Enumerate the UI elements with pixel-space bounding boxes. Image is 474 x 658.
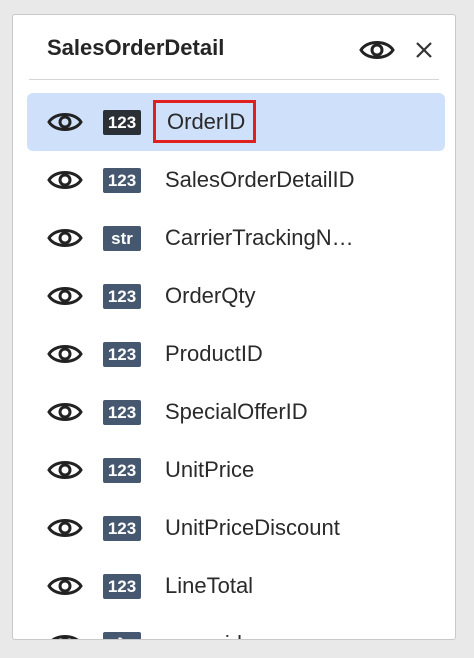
eye-icon[interactable] bbox=[47, 342, 83, 366]
field-label: SpecialOfferID bbox=[165, 399, 308, 424]
eye-icon[interactable] bbox=[47, 632, 83, 639]
field-row[interactable]: λ rowguid bbox=[13, 615, 455, 639]
field-type-badge: 123 bbox=[103, 516, 141, 541]
field-type-badge: 123 bbox=[103, 342, 141, 367]
field-list: 123 OrderID 123 SalesOrderDetailID str Carrie… bbox=[13, 93, 455, 639]
close-icon[interactable] bbox=[413, 39, 435, 61]
field-type-badge: 123 bbox=[103, 168, 141, 193]
panel-title: SalesOrderDetail bbox=[47, 35, 225, 60]
field-type-badge: 123 bbox=[103, 400, 141, 425]
eye-icon[interactable] bbox=[47, 284, 83, 308]
field-row[interactable]: 123 UnitPriceDiscount bbox=[13, 499, 455, 557]
field-row[interactable]: str CarrierTrackingN… bbox=[13, 209, 455, 267]
field-row[interactable]: 123 SpecialOfferID bbox=[13, 383, 455, 441]
field-label: rowguid bbox=[165, 631, 242, 639]
field-label: UnitPriceDiscount bbox=[165, 515, 340, 540]
field-row[interactable]: 123 OrderQty bbox=[13, 267, 455, 325]
field-type-badge: 123 bbox=[103, 458, 141, 483]
field-type-badge: 123 bbox=[103, 284, 141, 309]
field-label: OrderQty bbox=[165, 283, 256, 308]
field-label: LineTotal bbox=[165, 573, 254, 598]
field-row[interactable]: 123 OrderID bbox=[13, 93, 455, 151]
eye-icon[interactable] bbox=[47, 458, 83, 482]
eye-icon[interactable] bbox=[47, 226, 83, 250]
field-label: OrderID bbox=[153, 100, 257, 143]
eye-icon[interactable] bbox=[47, 168, 83, 192]
field-label: ProductID bbox=[165, 341, 263, 366]
field-type-badge: 123 bbox=[103, 574, 141, 599]
field-list-panel: SalesOrderDetail 123 OrderID 123 SalesOrder… bbox=[12, 14, 456, 640]
eye-icon[interactable] bbox=[47, 516, 83, 540]
eye-icon[interactable] bbox=[47, 400, 83, 424]
field-label: UnitPrice bbox=[165, 457, 255, 482]
eye-icon[interactable] bbox=[47, 110, 83, 134]
field-type-badge: str bbox=[103, 226, 141, 251]
field-type-badge: 123 bbox=[103, 110, 141, 135]
panel-header: SalesOrderDetail bbox=[13, 15, 455, 81]
field-label: SalesOrderDetailID bbox=[165, 167, 355, 192]
field-row[interactable]: 123 SalesOrderDetailID bbox=[13, 151, 455, 209]
eye-icon[interactable] bbox=[359, 38, 395, 62]
field-row[interactable]: 123 ProductID bbox=[13, 325, 455, 383]
field-type-badge: λ bbox=[103, 632, 141, 639]
eye-icon[interactable] bbox=[47, 574, 83, 598]
field-label: CarrierTrackingN… bbox=[165, 225, 354, 250]
field-row[interactable]: 123 UnitPrice bbox=[13, 441, 455, 499]
header-divider bbox=[29, 79, 439, 80]
field-row[interactable]: 123 LineTotal bbox=[13, 557, 455, 615]
